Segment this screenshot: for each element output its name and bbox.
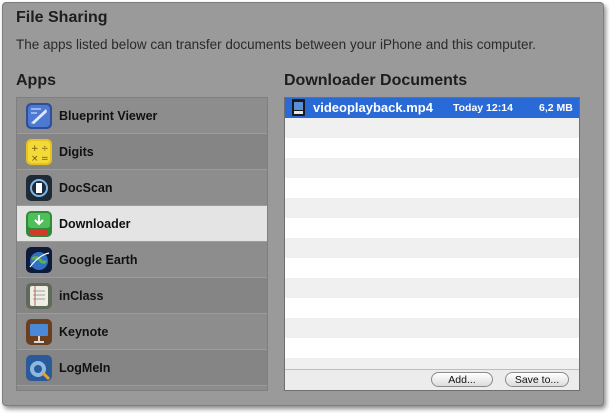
empty-row bbox=[285, 178, 579, 198]
documents-list[interactable]: videoplayback.mp4 Today 12:14 6,2 MB bbox=[285, 98, 579, 370]
save-to-button[interactable]: Save to... bbox=[505, 372, 569, 387]
svg-text:+: + bbox=[31, 144, 39, 154]
file-sharing-description: The apps listed below can transfer docum… bbox=[16, 37, 537, 52]
app-label: Digits bbox=[59, 144, 94, 159]
google-earth-app-icon bbox=[26, 246, 52, 273]
documents-footer: Add... Save to... bbox=[285, 369, 579, 390]
logmein-app-icon bbox=[26, 354, 52, 381]
empty-row bbox=[285, 158, 579, 178]
empty-row bbox=[285, 278, 579, 298]
empty-row bbox=[285, 118, 579, 138]
app-item-google-earth[interactable]: Google Earth bbox=[17, 242, 267, 278]
app-label: LogMeIn bbox=[59, 360, 111, 375]
document-name: videoplayback.mp4 bbox=[313, 100, 433, 115]
app-label: inClass bbox=[59, 288, 104, 303]
document-size: 6,2 MB bbox=[539, 102, 573, 114]
empty-row bbox=[285, 318, 579, 338]
app-label: Google Earth bbox=[59, 252, 138, 267]
keynote-app-icon bbox=[26, 318, 52, 345]
app-label: Blueprint Viewer bbox=[59, 108, 158, 123]
app-item-logmein[interactable]: LogMeIn bbox=[17, 350, 267, 386]
svg-text:÷: ÷ bbox=[41, 144, 49, 154]
downloader-app-icon bbox=[26, 210, 52, 237]
apps-list[interactable]: Blueprint Viewer + ÷ × = Digits DocScan … bbox=[16, 97, 268, 391]
empty-row bbox=[285, 258, 579, 278]
apps-heading: Apps bbox=[16, 72, 56, 89]
empty-row bbox=[285, 138, 579, 158]
app-label: DocScan bbox=[59, 180, 113, 195]
digits-calculator-app-icon: + ÷ × = bbox=[26, 138, 52, 165]
file-sharing-title: File Sharing bbox=[16, 9, 108, 26]
empty-row bbox=[285, 198, 579, 218]
empty-row bbox=[285, 338, 579, 358]
svg-text:=: = bbox=[41, 154, 49, 164]
documents-heading: Downloader Documents bbox=[284, 72, 468, 89]
add-button[interactable]: Add... bbox=[431, 372, 493, 387]
document-date: Today 12:14 bbox=[453, 102, 513, 114]
app-item-inclass[interactable]: inClass bbox=[17, 278, 267, 314]
file-sharing-pane: File Sharing The apps listed below can t… bbox=[2, 2, 604, 406]
app-label: Downloader bbox=[59, 216, 131, 231]
app-item-keynote[interactable]: Keynote bbox=[17, 314, 267, 350]
blueprint-viewer-app-icon bbox=[26, 102, 52, 129]
document-row[interactable]: videoplayback.mp4 Today 12:14 6,2 MB bbox=[285, 98, 579, 118]
app-label: Keynote bbox=[59, 324, 109, 339]
docscan-app-icon bbox=[26, 174, 52, 201]
empty-row bbox=[285, 238, 579, 258]
empty-row bbox=[285, 218, 579, 238]
app-item-blueprint-viewer[interactable]: Blueprint Viewer bbox=[17, 98, 267, 134]
app-item-downloader[interactable]: Downloader bbox=[17, 206, 267, 242]
inclass-app-icon bbox=[26, 282, 52, 309]
documents-panel[interactable]: videoplayback.mp4 Today 12:14 6,2 MB Add… bbox=[284, 97, 580, 391]
app-item-digits[interactable]: + ÷ × = Digits bbox=[17, 134, 267, 170]
video-file-icon bbox=[292, 99, 305, 116]
empty-row bbox=[285, 298, 579, 318]
app-item-docscan[interactable]: DocScan bbox=[17, 170, 267, 206]
svg-text:×: × bbox=[31, 154, 39, 164]
